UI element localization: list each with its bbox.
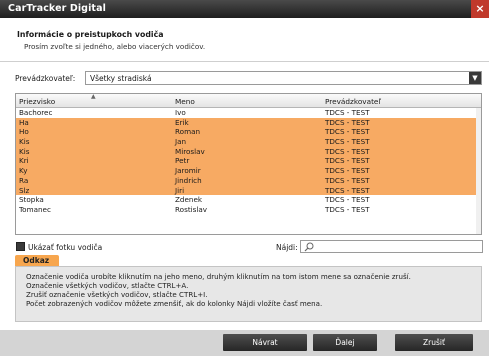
cell-name: Jaromir (175, 166, 201, 176)
dialog-subtitle: Prosím zvoľte si jedného, alebo viacerýc… (24, 42, 206, 51)
cell-name: Zdenek (175, 195, 203, 205)
cell-name: Roman (175, 127, 201, 137)
search-icon (304, 242, 314, 252)
operator-value: Všetky stradiská (90, 74, 152, 83)
table-row[interactable]: Kis Jan TDCS - TEST (16, 137, 481, 147)
column-header-operator[interactable]: Prevádzkovateľ (325, 97, 381, 106)
help-tab[interactable]: Odkaz (15, 255, 59, 266)
show-photo-checkbox[interactable] (16, 242, 25, 251)
search-input[interactable] (300, 240, 483, 253)
table-row[interactable]: Kis Miroslav TDCS - TEST (16, 146, 481, 157)
cell-operator: TDCS - TEST (325, 146, 370, 156)
chevron-down-icon[interactable]: ▼ (469, 72, 481, 84)
search-label: Nájdi: (276, 243, 298, 252)
cell-name: Miroslav (175, 146, 205, 156)
cell-name: Jindrich (175, 175, 202, 185)
cell-operator: TDCS - TEST (325, 175, 370, 185)
column-header-name[interactable]: Meno (175, 97, 195, 106)
show-photo-label: Ukázať fotku vodiča (28, 243, 103, 252)
cell-name: Petr (175, 156, 190, 166)
table-scrollbar[interactable] (476, 108, 481, 234)
cell-name: Rostislav (175, 204, 208, 214)
cell-operator: TDCS - TEST (325, 117, 370, 127)
cell-surname: Bachorec (19, 108, 53, 117)
sort-ascending-icon: ▲ (91, 93, 96, 100)
cell-operator: TDCS - TEST (325, 156, 370, 166)
drivers-table: Priezvisko ▲ Meno Prevádzkovateľ Bachore… (15, 93, 482, 235)
cell-operator: TDCS - TEST (325, 185, 370, 195)
table-row[interactable]: Kri Petr TDCS - TEST (16, 156, 481, 167)
operator-select[interactable]: Všetky stradiská ▼ (85, 71, 482, 85)
cancel-button[interactable]: Zrušiť (395, 334, 473, 351)
cell-name: Ivo (175, 108, 186, 117)
dialog-footer: Návrat Ďalej Zrušiť (0, 330, 489, 356)
cell-operator: TDCS - TEST (325, 127, 370, 137)
column-header-surname[interactable]: Priezvisko (19, 97, 55, 106)
cell-operator: TDCS - TEST (325, 195, 370, 205)
cell-name: Jiri (175, 185, 185, 195)
title-bar: CarTracker Digital × (0, 0, 489, 18)
table-row[interactable]: Ky Jaromir TDCS - TEST (16, 166, 481, 176)
table-row[interactable]: Bachorec Ivo TDCS - TEST (16, 108, 481, 118)
help-line: Zrušiť označenie všetkých vodičov, stlač… (26, 290, 208, 299)
cell-name: Erik (175, 117, 189, 127)
cell-surname: Ky (19, 166, 28, 176)
cell-surname: Kis (19, 137, 30, 147)
cell-operator: TDCS - TEST (325, 166, 370, 176)
table-body: Bachorec Ivo TDCS - TEST Ha Erik TDCS - TEST H… (16, 108, 481, 215)
dialog-title: Informácie o preistupkoch vodiča (17, 30, 164, 39)
table-row[interactable]: Slz Jiri TDCS - TEST (16, 185, 481, 196)
help-line: Označenie vodiča urobíte kliknutím na je… (26, 272, 411, 281)
table-row[interactable]: Tomanec Rostislav TDCS - TEST (16, 205, 481, 215)
cell-surname: Kis (19, 146, 30, 156)
dialog-header: Informácie o preistupkoch vodiča Prosím … (0, 18, 489, 62)
cell-operator: TDCS - TEST (325, 137, 370, 147)
cell-surname: Slz (19, 185, 30, 195)
help-line: Označenie všetkých vodičov, stlačte CTRL… (26, 281, 189, 290)
operator-label: Prevádzkovateľ: (15, 74, 76, 83)
cell-surname: Stopka (19, 195, 44, 205)
cell-surname: Tomanec (19, 204, 51, 214)
help-panel: Označenie vodiča urobíte kliknutím na je… (15, 266, 482, 322)
table-row[interactable]: Ra Jindrich TDCS - TEST (16, 175, 481, 186)
table-row[interactable]: Ha Erik TDCS - TEST (16, 117, 481, 128)
cell-operator: TDCS - TEST (325, 204, 370, 214)
back-button[interactable]: Návrat (223, 334, 307, 351)
window-title: CarTracker Digital (8, 3, 106, 14)
cell-surname: Ra (19, 175, 29, 185)
cell-operator: TDCS - TEST (325, 108, 370, 117)
cell-name: Jan (175, 137, 187, 147)
table-row[interactable]: Ho Roman TDCS - TEST (16, 127, 481, 138)
table-header: Priezvisko ▲ Meno Prevádzkovateľ (16, 94, 481, 108)
help-line: Počet zobrazených vodičov môžete zmenšiť… (26, 299, 323, 308)
table-row[interactable]: Stopka Zdenek TDCS - TEST (16, 195, 481, 205)
cell-surname: Ha (19, 117, 29, 127)
cell-surname: Kri (19, 156, 29, 166)
next-button[interactable]: Ďalej (313, 334, 377, 351)
close-button[interactable]: × (471, 0, 489, 18)
cell-surname: Ho (19, 127, 29, 137)
